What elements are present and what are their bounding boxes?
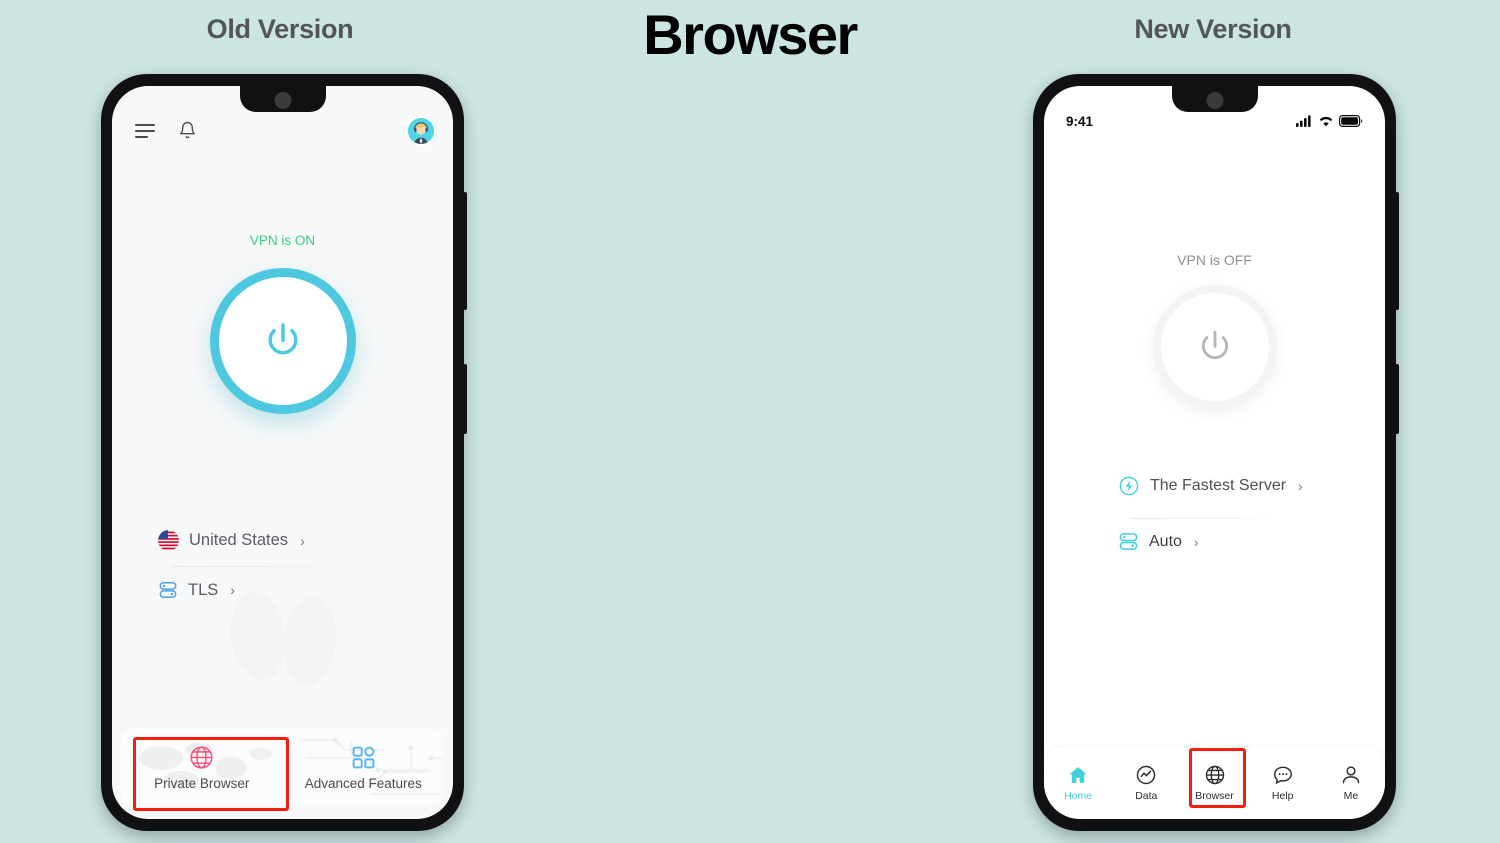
tab-me-label: Me (1343, 790, 1359, 802)
server-label: The Fastest Server (1150, 477, 1287, 494)
power-icon (267, 323, 298, 355)
private-browser-card[interactable]: Private Browser (121, 728, 283, 806)
row-divider (172, 566, 372, 567)
person-icon (1340, 764, 1362, 786)
battery-icon (1339, 115, 1363, 127)
row-divider (1130, 518, 1276, 519)
new-version-phone: 9:41 VPN is OFF The Fastest Server › Aut… (1033, 74, 1399, 831)
background-watermark (218, 581, 348, 731)
wifi-icon (1318, 115, 1334, 127)
signal-icon (1296, 115, 1313, 127)
protocol-selector-row[interactable]: Auto › (1118, 531, 1199, 552)
lightning-bolt-icon (1118, 475, 1140, 497)
old-version-screen: VPN is ON United States › TLS › Private … (112, 86, 453, 819)
vpn-status-label: VPN is OFF (1177, 252, 1252, 268)
protocol-icon (158, 580, 178, 600)
advanced-features-card[interactable]: Advanced Features (283, 728, 445, 806)
bottom-tab-bar: Home Data Browser Help Me (1044, 747, 1385, 819)
globe-icon (1204, 764, 1226, 786)
protocol-icon (1118, 531, 1139, 552)
power-button[interactable] (209, 268, 356, 414)
country-label: United States (189, 531, 289, 549)
support-agent-avatar[interactable] (408, 118, 434, 144)
old-version-phone: VPN is ON United States › TLS › Private … (101, 74, 467, 831)
tab-data[interactable]: Data (1112, 764, 1180, 802)
protocol-label: Auto (1149, 532, 1182, 550)
us-flag-icon (158, 530, 179, 551)
tab-help[interactable]: Help (1249, 764, 1317, 802)
power-side-button[interactable] (463, 364, 467, 434)
advanced-features-label: Advanced Features (304, 775, 422, 791)
data-icon (1135, 764, 1157, 786)
grid-apps-icon (350, 744, 377, 771)
protocol-label: TLS (188, 580, 219, 599)
phone-notch (1171, 86, 1258, 112)
chevron-right-icon: › (1193, 533, 1199, 550)
tab-me[interactable]: Me (1317, 764, 1385, 802)
server-selector-row[interactable]: The Fastest Server › (1118, 475, 1303, 497)
tab-home[interactable]: Home (1044, 764, 1112, 802)
chat-icon (1272, 764, 1294, 786)
power-button[interactable] (1152, 285, 1277, 409)
comparison-stage: Old Version Browser New Version VPN is O… (0, 0, 1500, 843)
power-side-button[interactable] (1395, 364, 1399, 434)
hamburger-icon[interactable] (135, 124, 155, 138)
new-version-title: New Version (1134, 14, 1292, 44)
status-time: 9:41 (1066, 113, 1094, 129)
old-bottom-cards: Private Browser Advanced Features (121, 728, 444, 806)
tab-browser[interactable]: Browser (1180, 764, 1248, 802)
bell-icon[interactable] (178, 120, 197, 141)
tab-data-label: Data (1135, 790, 1158, 802)
chevron-right-icon: › (1298, 478, 1303, 494)
power-icon (1201, 330, 1228, 360)
phone-notch (239, 86, 326, 112)
page-title: Browser (643, 3, 858, 66)
chevron-right-icon: › (300, 532, 305, 549)
old-top-bar (112, 118, 453, 152)
vpn-status-label: VPN is ON (249, 233, 316, 248)
tab-home-label: Home (1064, 790, 1093, 802)
new-version-screen: 9:41 VPN is OFF The Fastest Server › Aut… (1044, 86, 1385, 819)
status-bar: 9:41 (1044, 112, 1385, 130)
private-browser-label: Private Browser (154, 775, 250, 791)
tab-help-label: Help (1271, 790, 1294, 802)
old-version-title: Old Version (206, 14, 354, 44)
tab-browser-label: Browser (1195, 790, 1234, 802)
country-selector-row[interactable]: United States › (158, 530, 305, 551)
home-icon (1067, 764, 1089, 786)
globe-icon (188, 744, 215, 771)
